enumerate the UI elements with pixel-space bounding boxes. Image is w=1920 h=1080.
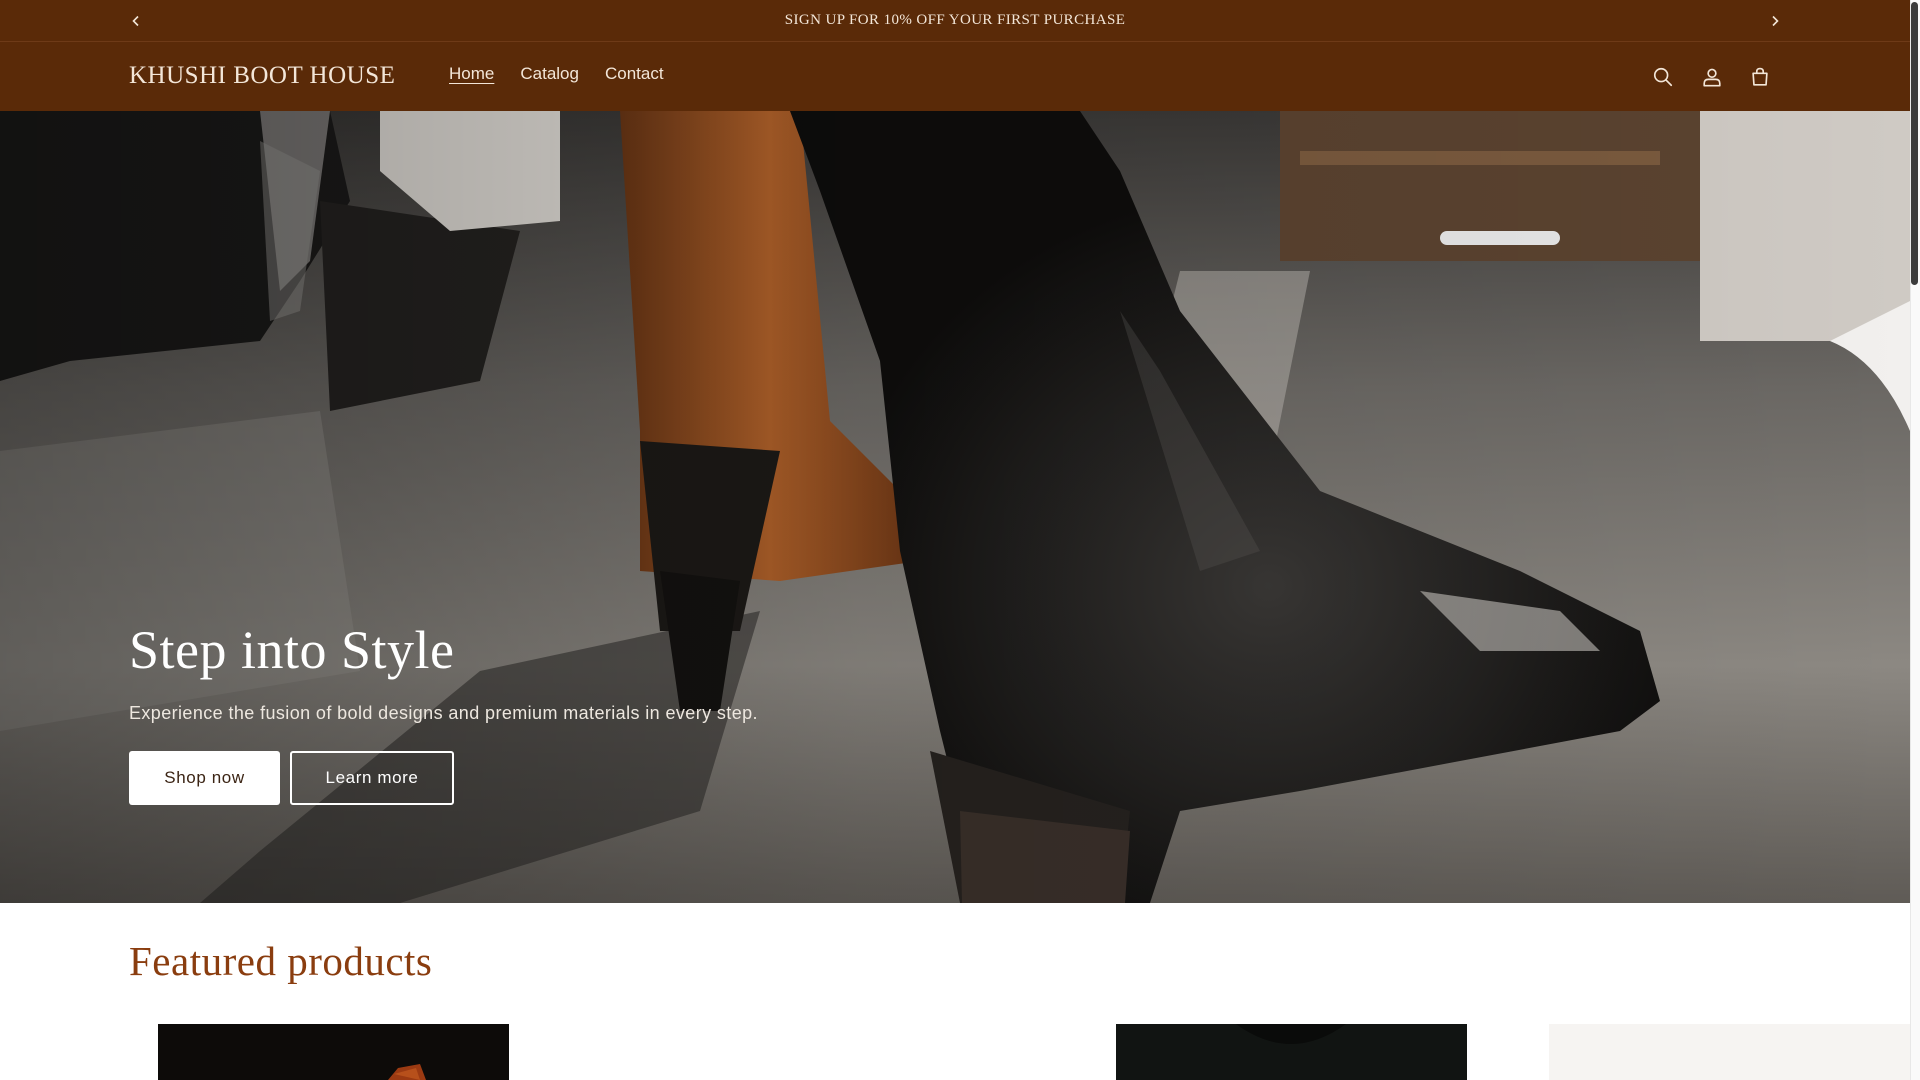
hero-title: Step into Style (129, 620, 455, 680)
search-icon (1653, 67, 1673, 87)
scrollbar-thumb[interactable] (1911, 2, 1918, 285)
nav-item-home[interactable]: Home (436, 64, 507, 84)
chevron-right-icon (1772, 15, 1779, 27)
store-logo[interactable]: KHUSHI BOOT HOUSE (129, 62, 395, 90)
cart-icon (1752, 67, 1768, 86)
search-button[interactable] (1648, 62, 1678, 92)
product-image (158, 1024, 509, 1080)
nav-item-contact[interactable]: Contact (592, 64, 677, 84)
announcement-prev-button[interactable] (124, 9, 148, 33)
learn-more-button[interactable]: Learn more (290, 751, 454, 805)
product-card[interactable] (158, 1024, 509, 1080)
hero-boots-image (0, 111, 1910, 903)
hero-subtitle: Experience the fusion of bold designs an… (129, 703, 758, 723)
account-icon (1703, 68, 1721, 87)
nav-item-catalog[interactable]: Catalog (507, 64, 592, 84)
product-image (1116, 1024, 1467, 1080)
chevron-left-icon (132, 15, 139, 27)
featured-products-heading: Featured products (129, 938, 433, 984)
announcement-next-button[interactable] (1763, 9, 1787, 33)
site-header: KHUSHI BOOT HOUSE Home Catalog Contact (0, 42, 1910, 111)
product-image (1549, 1024, 1910, 1080)
announcement-text: SIGN UP FOR 10% OFF YOUR FIRST PURCHASE (784, 12, 1126, 28)
product-card[interactable] (1549, 1024, 1910, 1080)
browser-viewport: SIGN UP FOR 10% OFF YOUR FIRST PURCHASE … (0, 0, 1920, 1080)
storefront-page: SIGN UP FOR 10% OFF YOUR FIRST PURCHASE … (0, 0, 1910, 1080)
main-nav: Home Catalog Contact (436, 64, 677, 84)
hero-banner: Step into Style Experience the fusion of… (0, 111, 1910, 903)
account-button[interactable] (1697, 62, 1727, 92)
announcement-bar: SIGN UP FOR 10% OFF YOUR FIRST PURCHASE (0, 0, 1910, 42)
shop-now-button[interactable]: Shop now (129, 751, 280, 805)
product-card[interactable] (1116, 1024, 1467, 1080)
cart-button[interactable] (1745, 62, 1775, 92)
